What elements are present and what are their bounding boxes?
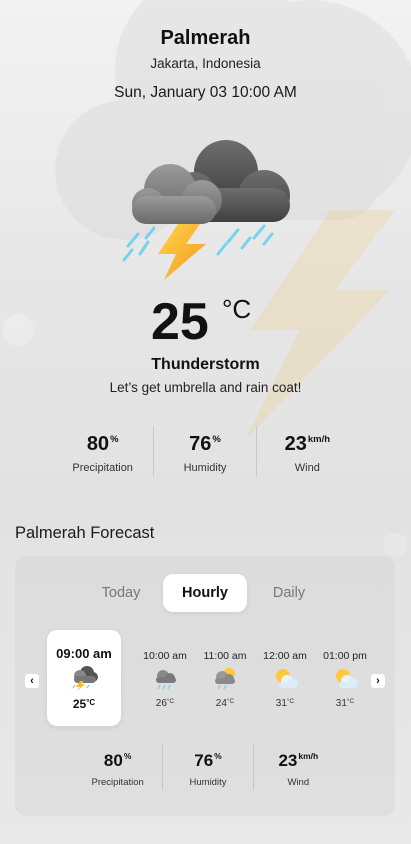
- hour-temp-unit: °C: [346, 698, 355, 705]
- wind-unit: km/h: [307, 434, 331, 445]
- thunderstorm-icon: [122, 140, 290, 280]
- forecast-stats: 80% Precipitation 76% Humidity 23km/h Wi…: [73, 744, 343, 790]
- forecast-card: Today Hourly Daily ‹ › 09:00 am 25°C 10:…: [15, 556, 395, 816]
- precipitation-value: 80: [86, 433, 110, 455]
- forecast-tabs: Today Hourly Daily: [79, 574, 325, 612]
- precipitation-stat: 80% Precipitation: [52, 426, 153, 476]
- partly-cloudy-icon: [276, 669, 298, 688]
- wind-label: Wind: [287, 777, 310, 788]
- hour-temp-unit: °C: [286, 698, 295, 705]
- temperature-value: 25: [151, 293, 209, 351]
- lightning-bolt: [158, 224, 206, 280]
- rain-cloud-icon: [156, 670, 176, 690]
- wind-stat: 23km/h Wind: [255, 426, 358, 476]
- hour-item[interactable]: 01:00 pm 31°C: [317, 650, 373, 709]
- precipitation-stat: 80% Precipitation: [73, 744, 162, 790]
- hour-temp: 26: [155, 698, 167, 709]
- wind-value: 23: [284, 433, 307, 455]
- city-name: Palmerah: [160, 27, 251, 49]
- wind-value: 23: [278, 751, 298, 770]
- hour-time: 09:00 am: [56, 646, 112, 661]
- forecast-title: Palmerah Forecast: [15, 524, 155, 542]
- precipitation-unit: %: [110, 434, 119, 445]
- humidity-unit: %: [214, 751, 222, 761]
- humidity-value: 76: [194, 751, 214, 770]
- precipitation-label: Precipitation: [91, 777, 144, 788]
- hour-time: 01:00 pm: [323, 650, 367, 662]
- tab-today[interactable]: Today: [79, 574, 163, 612]
- wind-label: Wind: [294, 462, 320, 474]
- hour-time: 12:00 am: [263, 650, 307, 662]
- hour-temp: 24: [215, 698, 227, 709]
- hour-time: 11:00 am: [203, 650, 247, 662]
- hourly-forecast-list: 09:00 am 25°C 10:00 am 26°C 11:00 am 24°…: [47, 630, 367, 728]
- hour-time: 10:00 am: [143, 650, 187, 662]
- hour-temp: 31: [335, 698, 347, 709]
- hour-temp-unit: °C: [86, 698, 96, 707]
- chevron-left-icon[interactable]: ‹: [25, 674, 39, 688]
- partly-cloudy-icon: [336, 669, 358, 688]
- precipitation-value: 80: [103, 751, 123, 770]
- current-datetime: Sun, January 03 10:00 AM: [114, 84, 297, 101]
- humidity-stat: 76% Humidity: [162, 744, 252, 790]
- weather-advice: Let’s get umbrella and rain coat!: [109, 380, 302, 395]
- temperature-unit: °C: [222, 294, 252, 324]
- hour-item[interactable]: 10:00 am 26°C: [137, 650, 193, 709]
- wind-stat: 23km/h Wind: [252, 744, 343, 790]
- hour-item-active[interactable]: 09:00 am 25°C: [47, 630, 121, 726]
- hour-item[interactable]: 12:00 am 31°C: [257, 650, 313, 709]
- chevron-right-icon[interactable]: ›: [371, 674, 385, 688]
- hour-temp: 25: [72, 697, 87, 711]
- humidity-label: Humidity: [189, 777, 227, 788]
- hour-temp-unit: °C: [226, 698, 235, 705]
- region-name: Jakarta, Indonesia: [150, 56, 261, 71]
- weather-condition: Thunderstorm: [151, 356, 260, 373]
- sun-rain-icon: [215, 668, 235, 690]
- humidity-stat: 76% Humidity: [153, 426, 255, 476]
- wind-unit: km/h: [298, 751, 319, 761]
- hour-temp-unit: °C: [166, 698, 175, 705]
- rain-streaks: [122, 224, 274, 262]
- hour-temp: 31: [275, 698, 287, 709]
- humidity-unit: %: [212, 434, 221, 445]
- current-stats: 80% Precipitation 76% Humidity 23km/h Wi…: [52, 426, 358, 476]
- precipitation-unit: %: [123, 751, 132, 761]
- tab-daily[interactable]: Daily: [247, 574, 331, 612]
- current-temperature: 25 °C: [0, 292, 411, 352]
- hour-item[interactable]: 11:00 am 24°C: [197, 650, 253, 709]
- tab-hourly[interactable]: Hourly: [163, 574, 247, 612]
- precipitation-label: Precipitation: [72, 462, 133, 474]
- humidity-label: Humidity: [183, 462, 227, 474]
- humidity-value: 76: [189, 433, 212, 455]
- thunderstorm-icon: [72, 666, 98, 691]
